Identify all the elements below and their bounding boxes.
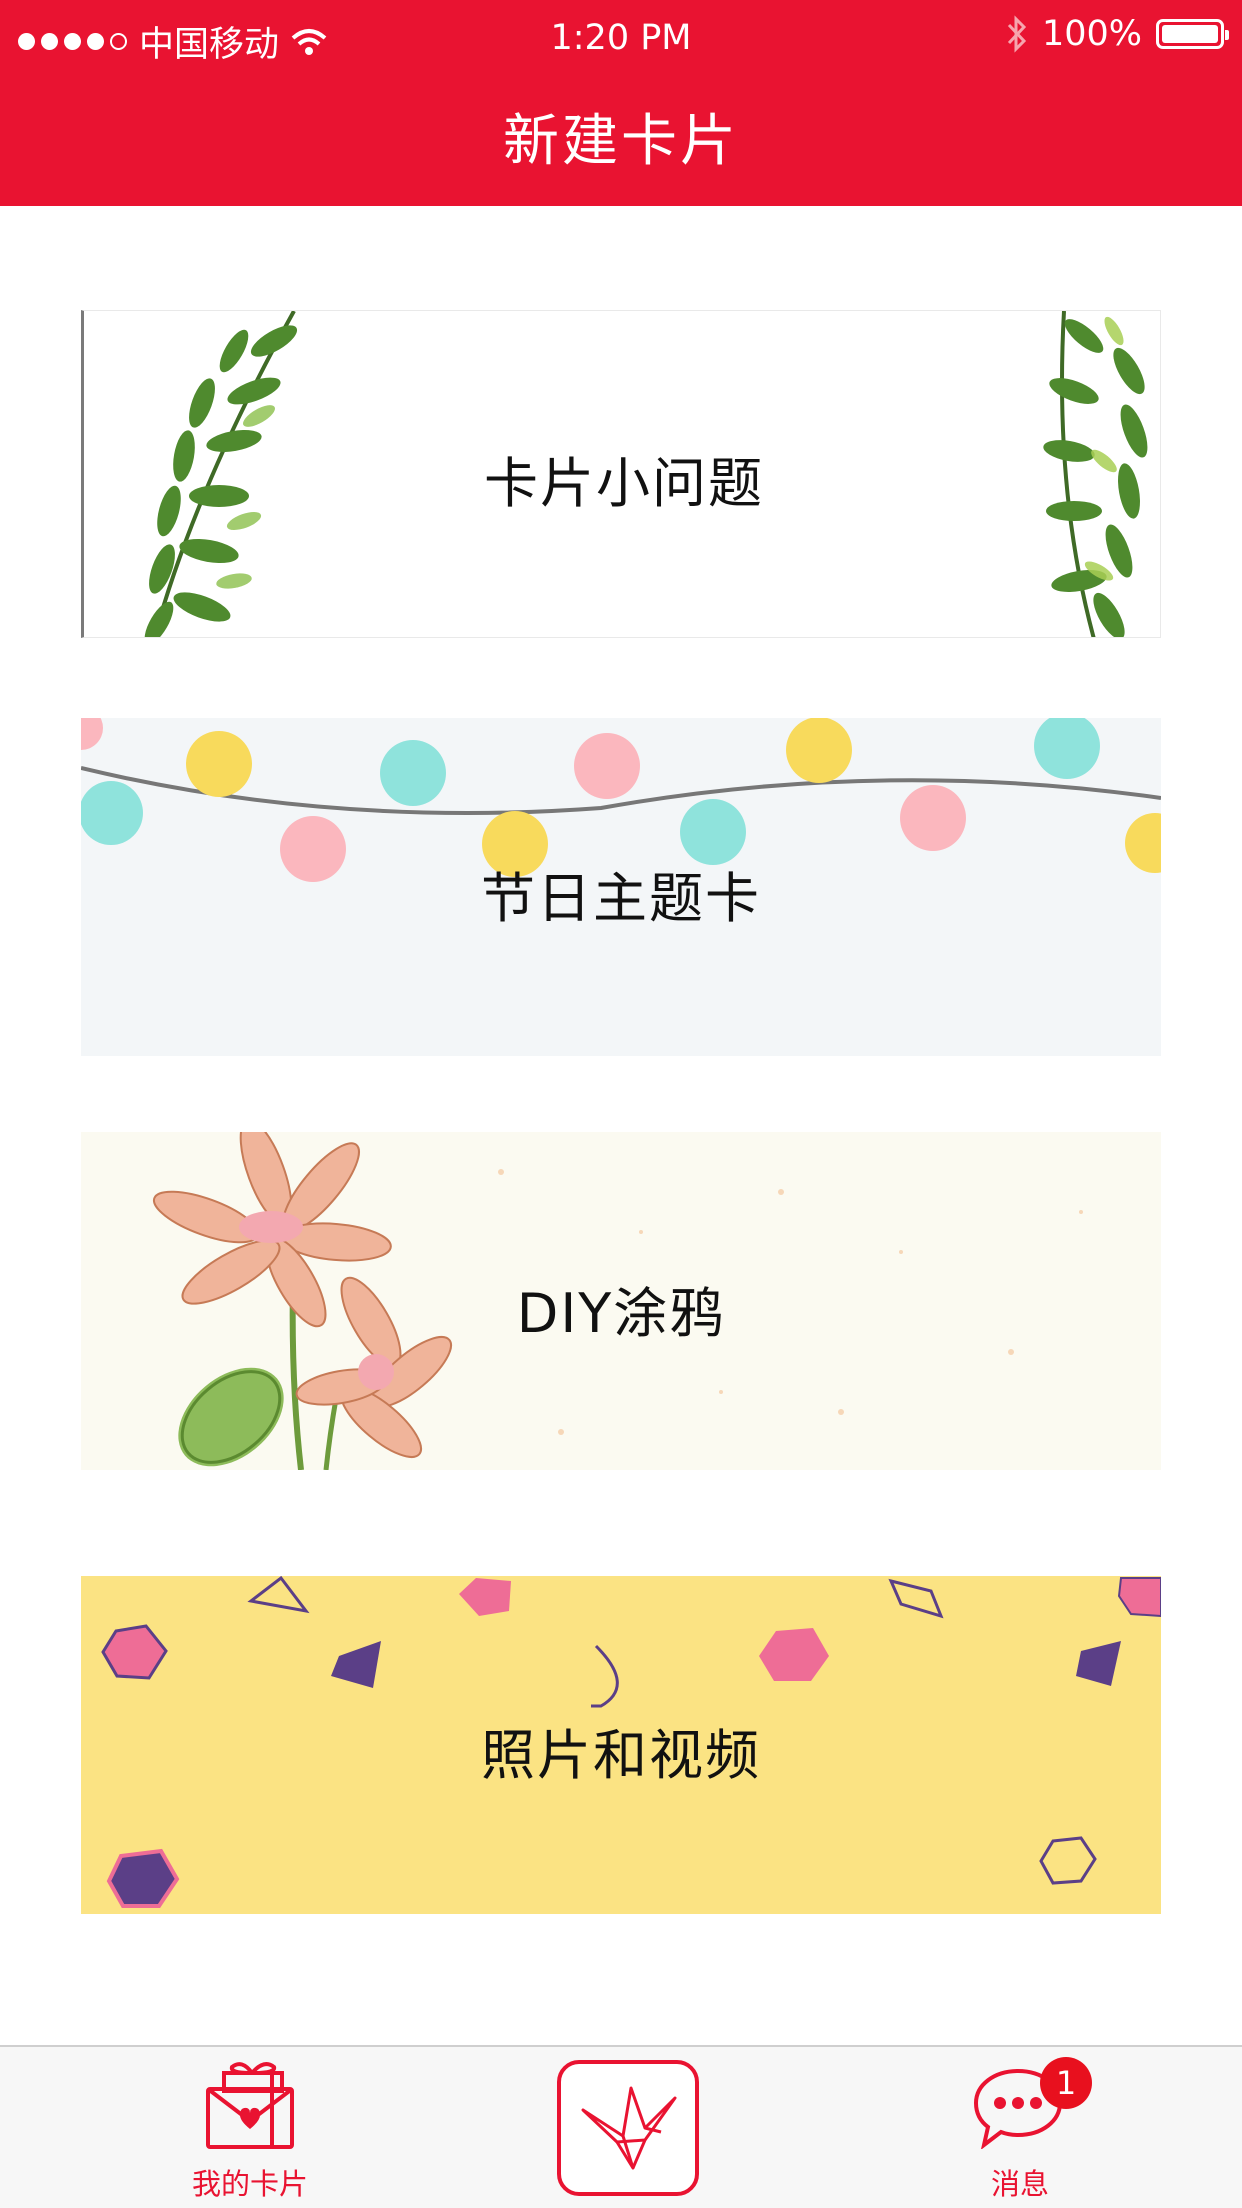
bottom-tab-bar: 我的卡片 1 消息 (0, 2045, 1242, 2208)
card-holiday-theme[interactable]: 节日主题卡 (81, 718, 1161, 1056)
status-bar: 中国移动 1:20 PM 100% (0, 0, 1242, 78)
gift-card-icon (206, 2062, 294, 2149)
tab-messages-label: 消息 (990, 2167, 1049, 2201)
tab-my-cards[interactable]: 我的卡片 (150, 2047, 350, 2208)
message-count-badge: 1 (1040, 2057, 1092, 2109)
card-photo-video[interactable]: 照片和视频 (81, 1576, 1161, 1914)
paper-crane-icon (581, 2086, 677, 2170)
card-holiday-theme-label: 节日主题卡 (481, 867, 761, 930)
page-title: 新建卡片 (503, 109, 739, 174)
battery-icon (1156, 19, 1229, 49)
tab-my-cards-label: 我的卡片 (191, 2167, 308, 2201)
bluetooth-icon (1007, 15, 1027, 53)
battery-percentage: 100% (1041, 14, 1142, 54)
navigation-header: 中国移动 1:20 PM 100% 新建卡片 (0, 0, 1242, 206)
card-diy-doodle[interactable]: DIY涂鸦 (81, 1132, 1161, 1470)
status-right: 100% (1006, 14, 1229, 54)
create-card-button[interactable] (557, 2060, 699, 2196)
card-quiz-label: 卡片小问题 (484, 452, 764, 515)
card-quiz[interactable]: 卡片小问题 (81, 310, 1161, 638)
tab-messages[interactable]: 1 消息 (920, 2047, 1120, 2208)
card-diy-doodle-label: DIY涂鸦 (516, 1282, 726, 1345)
card-photo-video-label: 照片和视频 (481, 1724, 761, 1787)
